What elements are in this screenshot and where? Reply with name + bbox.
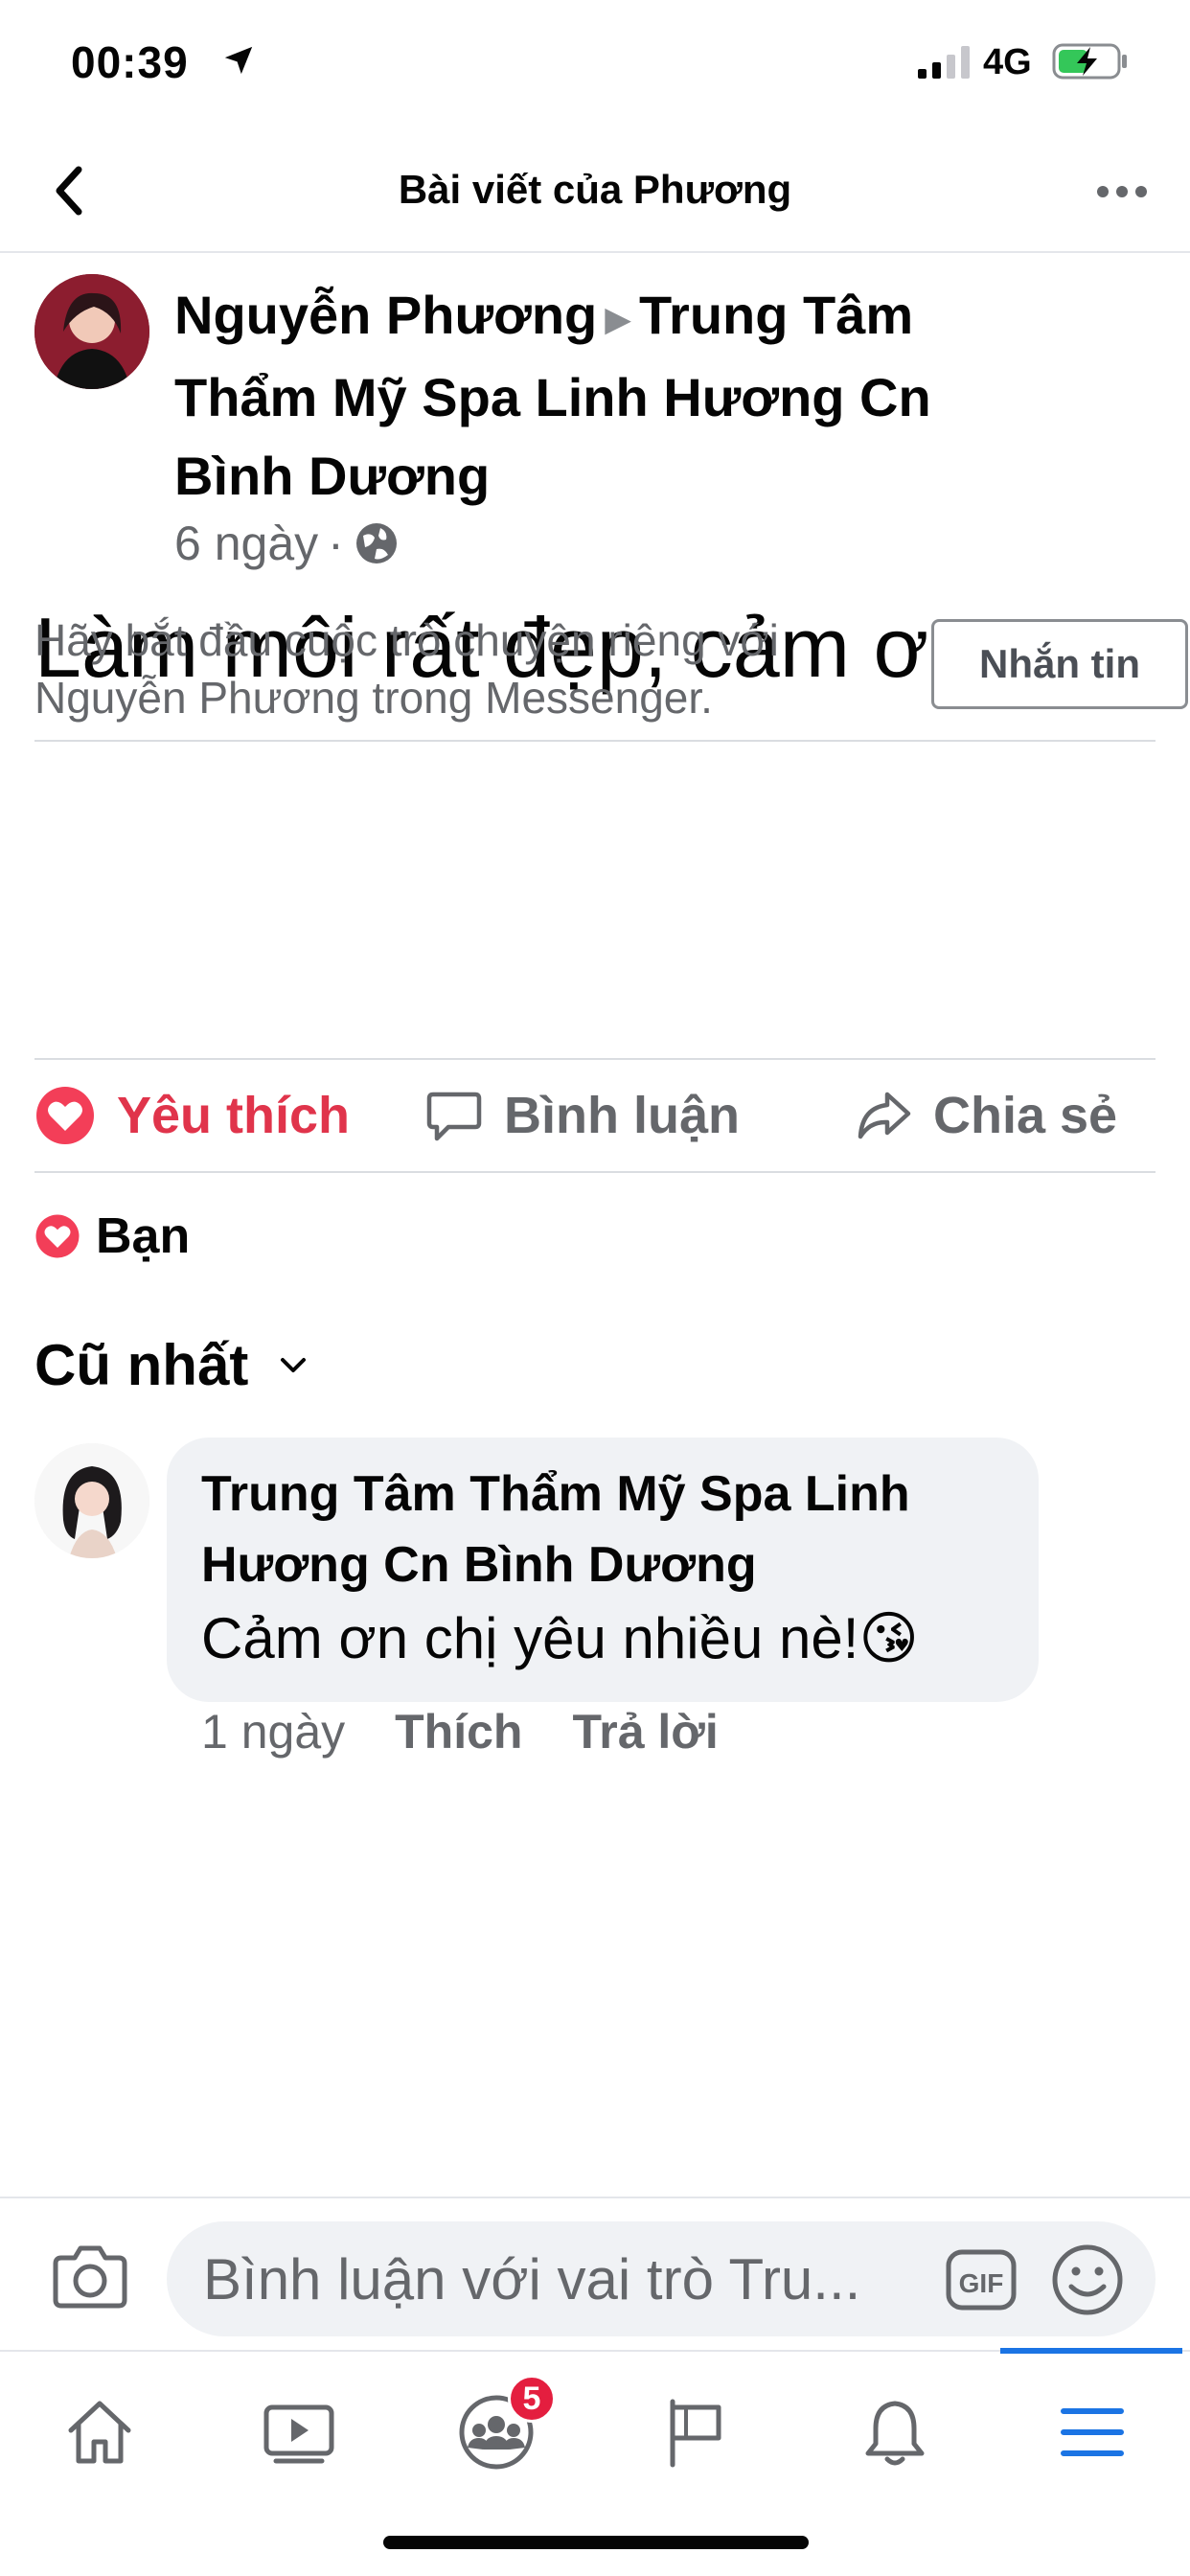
battery-charging-icon	[1052, 43, 1127, 80]
commenter-avatar-image	[34, 1443, 149, 1558]
tab-menu[interactable]	[1035, 2375, 1150, 2490]
post-author-line: Nguyễn Phương ▶ Trung Tâm Thẩm Mỹ Spa Linh…	[174, 276, 1037, 516]
camera-icon[interactable]	[52, 2241, 128, 2312]
heart-reaction-icon	[35, 1214, 80, 1258]
comment-author[interactable]: Trung Tâm Thẩm Mỹ Spa Linh Hương Cn Bình…	[201, 1459, 1004, 1600]
messenger-prompt: Hãy bắt đầu cuộc trò chuyện riêng với Ng…	[34, 598, 1188, 742]
tab-groups[interactable]: 5	[439, 2375, 556, 2490]
meta-separator: ·	[328, 517, 344, 570]
notifications-bell-icon	[865, 2401, 925, 2466]
watch-icon	[263, 2404, 334, 2464]
heart-reaction-icon	[36, 1087, 94, 1144]
comment-like-button[interactable]: Thích	[395, 1704, 522, 1760]
network-type: 4G	[983, 42, 1032, 82]
reactions-summary[interactable]: Bạn	[34, 1208, 190, 1265]
comment-button[interactable]: Bình luận	[425, 1060, 740, 1171]
home-icon	[68, 2401, 131, 2464]
triangle-right-icon: ▶	[605, 299, 631, 339]
tab-notifications[interactable]	[837, 2375, 952, 2490]
globe-icon	[355, 523, 397, 564]
tab-pages[interactable]	[638, 2375, 753, 2490]
comment-sort-dropdown[interactable]: Cũ nhất	[34, 1332, 308, 1398]
pages-flag-icon	[670, 2399, 721, 2468]
comment-bubble-icon	[426, 1092, 482, 1141]
comment-meta: 1 ngày Thích Trả lời	[201, 1704, 768, 1760]
commenter-avatar[interactable]	[34, 1443, 149, 1558]
page-title: Bài viết của Phương	[398, 167, 792, 212]
nav-header: Bài viết của Phương	[0, 134, 1190, 253]
reactions-summary-text: Bạn	[96, 1208, 191, 1264]
post-author-name[interactable]: Nguyễn Phương	[174, 285, 597, 345]
comment-time[interactable]: 1 ngày	[201, 1704, 345, 1760]
location-arrow-icon	[224, 46, 253, 75]
svg-text:GIF: GIF	[959, 2268, 1004, 2298]
comment-text: Cảm ơn chị yêu nhiều nè!😘	[201, 1606, 919, 1670]
comment-bubble[interactable]: Trung Tâm Thẩm Mỹ Spa Linh Hương Cn Bình…	[167, 1438, 1039, 1702]
emoji-icon[interactable]	[1050, 2242, 1125, 2317]
love-reaction-button[interactable]: Yêu thích	[34, 1060, 350, 1171]
author-avatar[interactable]	[34, 274, 149, 389]
gif-icon[interactable]: GIF	[945, 2246, 1018, 2313]
love-label: Yêu thích	[117, 1087, 351, 1144]
author-avatar-image	[34, 274, 149, 389]
comment-composer: GIF	[0, 2196, 1190, 2350]
home-indicator	[383, 2536, 809, 2549]
post-meta: 6 ngày ·	[174, 516, 400, 571]
more-dots-icon	[1097, 186, 1147, 197]
share-button[interactable]: Chia sẻ	[855, 1060, 1117, 1171]
messenger-prompt-text: Hãy bắt đầu cuộc trò chuyện riêng với Ng…	[34, 615, 779, 723]
share-arrow-icon	[858, 1092, 911, 1139]
comment-label: Bình luận	[504, 1087, 740, 1144]
active-tab-indicator	[1000, 2348, 1182, 2354]
post-time[interactable]: 6 ngày	[174, 516, 318, 571]
tab-home[interactable]	[42, 2375, 157, 2490]
groups-notification-badge: 5	[508, 2375, 556, 2423]
comment-reply-button[interactable]: Trả lời	[572, 1704, 718, 1760]
status-bar: 00:39 4G	[0, 0, 1190, 134]
status-time: 00:39	[71, 37, 189, 87]
chevron-down-icon	[281, 1357, 307, 1372]
comment-sort-label: Cũ nhất	[34, 1333, 249, 1397]
send-message-button[interactable]: Nhắn tin	[931, 619, 1188, 709]
signal-icon	[918, 46, 970, 79]
share-label: Chia sẻ	[933, 1087, 1118, 1144]
tab-watch[interactable]	[241, 2375, 356, 2490]
post-action-bar: Yêu thích Bình luận Chia sẻ	[34, 1058, 1156, 1173]
menu-hamburger-icon	[1061, 2408, 1124, 2456]
more-options-button[interactable]	[1090, 169, 1154, 215]
